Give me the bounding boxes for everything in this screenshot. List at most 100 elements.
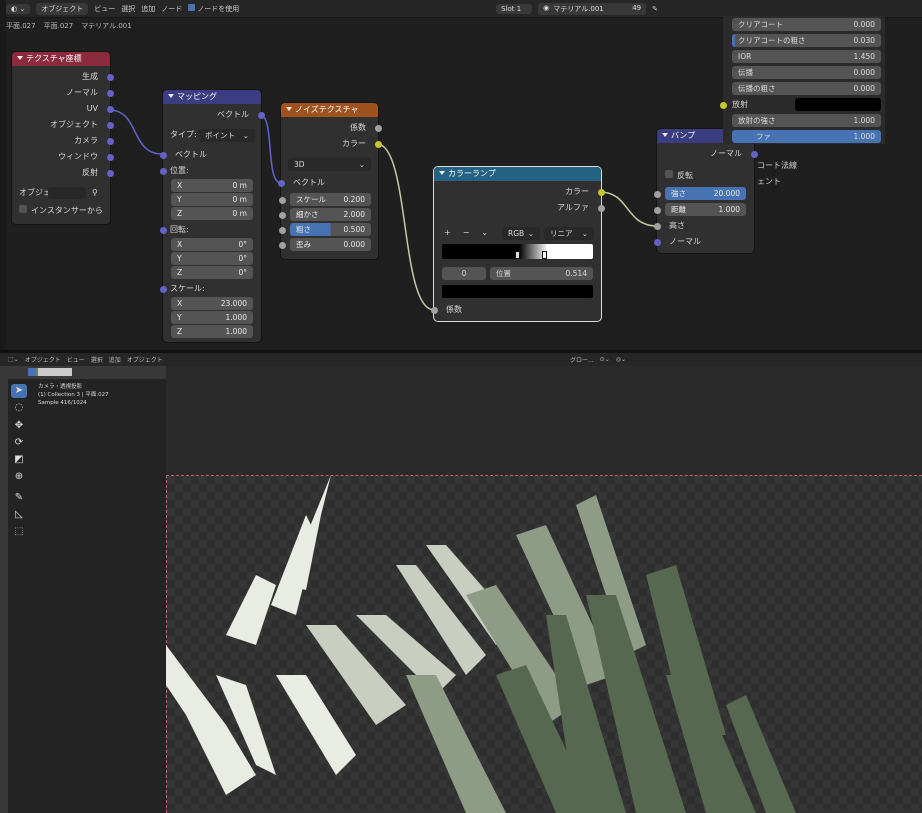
sample-count-text: Sample 416/1024	[38, 400, 87, 406]
strength-field[interactable]: 強さ 20.000	[654, 187, 746, 200]
texture-coordinate-node[interactable]: テクスチャ座標 生成 ノーマル UV オブジェクト カメラ ウィンドウ 反射 オ…	[12, 52, 114, 224]
menu-view[interactable]: ビュー	[67, 355, 85, 364]
output-uv: UV	[12, 102, 114, 116]
input-fac: 係数	[430, 303, 601, 317]
distortion-field[interactable]: 歪み 0.000	[279, 238, 371, 251]
output-generated: 生成	[12, 70, 114, 84]
menu-object[interactable]: オブジェクト	[127, 355, 163, 364]
mode-dropdown[interactable]: オブジェクト	[25, 355, 61, 364]
clearcoat-roughness-field[interactable]: クリアコートの粗さ 0.030	[732, 34, 881, 47]
editor-type-button[interactable]: ⬚⌄	[8, 356, 19, 363]
transform-orientation-dropdown[interactable]: グロー...	[570, 355, 594, 364]
annotate-tool-icon[interactable]: ✎	[11, 491, 27, 505]
tool-settings-icons[interactable]	[28, 368, 72, 376]
output-color: カラー	[281, 137, 382, 151]
output-normal: ノーマル	[657, 147, 758, 161]
output-object: オブジェクト	[12, 118, 114, 132]
scale-y[interactable]: Y 1.000	[171, 311, 253, 324]
ramp-stop-handle[interactable]	[542, 251, 547, 259]
color-mode-dropdown[interactable]: RGB ⌄	[502, 227, 540, 240]
detail-field[interactable]: 細かさ 2.000	[279, 208, 371, 221]
grass-render	[166, 475, 796, 813]
emission-color-swatch[interactable]	[795, 98, 881, 111]
ior-field[interactable]: IOR 1.450	[732, 50, 881, 63]
location-label: 位置:	[159, 164, 261, 178]
output-vector: ベクトル	[163, 108, 265, 122]
scale-label: スケール:	[159, 282, 261, 296]
alpha-field[interactable]: ファ 1.000	[732, 130, 881, 143]
node-header: カラーランプ	[434, 167, 601, 181]
ramp-menu-button[interactable]: ⌄	[481, 226, 488, 240]
transform-tool-icon[interactable]: ⊕	[11, 470, 27, 484]
rotation-y[interactable]: Y 0°	[171, 252, 253, 265]
stop-index-field[interactable]: 0	[442, 267, 486, 280]
stop-color-swatch[interactable]	[442, 285, 593, 298]
proportional-icon[interactable]: ◎⌄	[616, 356, 626, 363]
rotation-label: 回転:	[159, 223, 261, 237]
shader-editor: ◐ ⌄ オブジェクト ビュー 選択 追加 ノード ノードを使用 Slot 1 ◉…	[0, 0, 922, 350]
output-normal: ノーマル	[12, 86, 114, 100]
menu-select[interactable]: 選択	[91, 355, 103, 364]
rotate-tool-icon[interactable]: ⟳	[11, 436, 27, 450]
scale-field[interactable]: スケール 0.200	[279, 193, 371, 206]
select-tool-icon[interactable]: ➤	[11, 384, 27, 398]
clearcoat-normal-label: コート法線	[757, 161, 797, 170]
measure-tool-icon[interactable]: ◺	[11, 508, 27, 522]
clearcoat-field[interactable]: クリアコート 0.000	[732, 18, 881, 31]
add-stop-button[interactable]: +	[444, 226, 451, 240]
output-color: カラー	[434, 185, 605, 199]
interpolation-dropdown[interactable]: リニア ⌄	[544, 227, 594, 240]
principled-bsdf-panel: クリアコート 0.000 クリアコートの粗さ 0.030 IOR 1.450 伝播 0.…	[720, 16, 885, 144]
view-info-text: カメラ・透視投影	[38, 384, 83, 390]
type-dropdown[interactable]: ポイント ⌄	[199, 129, 255, 142]
toolbar-panel	[8, 379, 166, 813]
move-tool-icon[interactable]: ✥	[11, 419, 27, 433]
region-edge	[0, 0, 6, 350]
cursor-tool-icon[interactable]: ◌	[11, 401, 27, 415]
scale-tool-icon[interactable]: ◩	[11, 453, 27, 467]
output-fac: 係数	[281, 121, 382, 135]
instancer-checkbox[interactable]: インスタンサーから	[12, 204, 110, 218]
eyedropper-icon: ⚲	[92, 188, 98, 197]
transmission-roughness-field[interactable]: 伝播の粗さ 0.000	[732, 82, 881, 95]
3d-viewport[interactable]: ⬚⌄ オブジェクト ビュー 選択 追加 オブジェクト グロー... ⊙⌄ ◎⌄ …	[0, 353, 922, 813]
stop-position-field[interactable]: 位置 0.514	[490, 267, 593, 280]
remove-stop-button[interactable]: −	[463, 226, 470, 240]
node-header: テクスチャ座標	[12, 52, 110, 66]
menu-add[interactable]: 追加	[109, 355, 121, 364]
scale-z[interactable]: Z 1.000	[171, 325, 253, 338]
tangent-label: ェント	[757, 177, 781, 186]
noise-texture-node[interactable]: ノイズテクスチャ 係数 カラー 3D ⌄ ベクトル スケール 0.200 細かさ 2.…	[277, 103, 382, 259]
rotation-z[interactable]: Z 0°	[171, 266, 253, 279]
location-z[interactable]: Z0 m	[171, 207, 253, 220]
collection-info-text: (1) Collection 3 | 平面.027	[38, 392, 109, 398]
input-height: 高さ	[653, 219, 754, 233]
location-y[interactable]: Y0 m	[171, 193, 253, 206]
input-vector: ベクトル	[277, 176, 378, 190]
rotation-x[interactable]: X 0°	[171, 238, 253, 251]
ramp-stop-handle[interactable]	[515, 251, 520, 259]
snap-icon[interactable]: ⊙⌄	[600, 356, 610, 363]
viewport-header: ⬚⌄ オブジェクト ビュー 選択 追加 オブジェクト グロー... ⊙⌄ ◎⌄	[0, 353, 922, 366]
output-alpha: アルファ	[434, 201, 605, 215]
input-vector: ベクトル	[159, 148, 261, 162]
bump-node[interactable]: バンプ ノーマル 反転 強さ 20.000 距離 1.000 高さ ノーマル	[653, 129, 758, 253]
node-header: ノイズテクスチャ	[281, 103, 378, 117]
transmission-field[interactable]: 伝播 0.000	[732, 66, 881, 79]
dimensions-dropdown[interactable]: 3D ⌄	[288, 158, 371, 171]
viewport-overlay-area	[166, 366, 922, 475]
output-camera: カメラ	[12, 134, 114, 148]
object-field[interactable]: オブジェ ⚲	[12, 186, 110, 200]
output-reflection: 反射	[12, 166, 114, 180]
mapping-node[interactable]: マッピング ベクトル タイプ: ポイント ⌄ ベクトル 位置: X0 m Y0 m…	[159, 90, 265, 342]
color-ramp-node[interactable]: カラーランプ カラー アルファ + − ⌄ RGB ⌄ リニア ⌄ 0 位置 0.51…	[430, 167, 605, 321]
output-window: ウィンドウ	[12, 150, 114, 164]
emission-strength-field[interactable]: 放射の強さ 1.000	[732, 114, 881, 127]
input-normal: ノーマル	[653, 235, 754, 249]
scale-x[interactable]: X 23.000	[171, 297, 253, 310]
distance-field[interactable]: 距離 1.000	[654, 203, 746, 216]
roughness-field[interactable]: 粗さ 0.500	[279, 223, 371, 236]
location-x[interactable]: X0 m	[171, 179, 253, 192]
add-cube-tool-icon[interactable]: ⬚	[11, 525, 27, 539]
invert-checkbox[interactable]: 反転	[657, 169, 754, 183]
